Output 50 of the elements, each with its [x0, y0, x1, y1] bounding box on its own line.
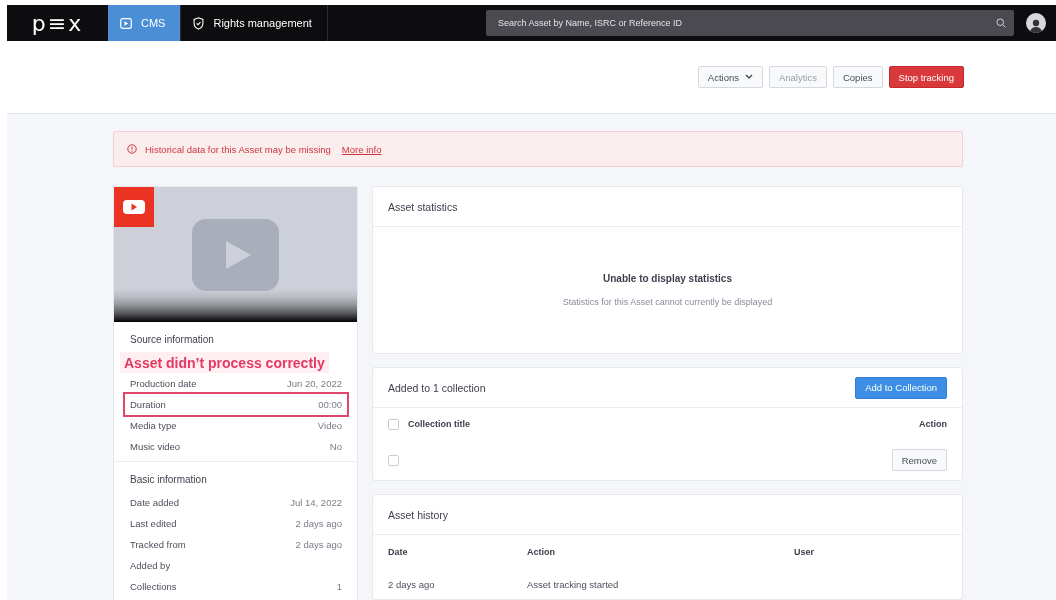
more-info-link[interactable]: More info	[341, 143, 382, 155]
field-label: Music video	[130, 441, 181, 452]
field-label: Date added	[130, 497, 180, 508]
card-title: Asset statistics	[388, 200, 458, 213]
checkbox[interactable]	[388, 454, 399, 466]
empty-message: Statistics for this Asset cannot currently be displayed	[562, 297, 773, 307]
field-value: 00:00	[318, 399, 342, 410]
section-title: Basic information	[130, 474, 208, 485]
field-label: Media type	[130, 420, 177, 431]
nav-tab[interactable]: Rights management	[181, 5, 328, 41]
remove-button[interactable]: Remove	[891, 449, 947, 471]
search-field[interactable]: Search Asset by Name, ISRC or Reference ID	[486, 10, 1014, 36]
field-value: 2 days ago	[295, 539, 342, 550]
column-header: Collection title	[408, 419, 471, 429]
action-button[interactable]: Copies	[832, 66, 883, 88]
card-title: Added to 1 collection	[388, 381, 486, 394]
dropdown-button[interactable]: Actions	[697, 66, 763, 88]
column-header: User	[794, 547, 815, 557]
field-value: Jun 20, 2022	[287, 378, 342, 389]
section-title: Source information	[130, 334, 215, 345]
alert-text: Historical data for this Asset may be missing	[145, 143, 331, 155]
search-icon[interactable]	[996, 18, 1006, 28]
logo[interactable]: p≡x	[31, 10, 84, 36]
field-label: Collections	[130, 581, 177, 592]
table-cell-text: Asset tracking started	[527, 578, 620, 590]
avatar-icon[interactable]	[1026, 13, 1046, 33]
action-button[interactable]: Stop tracking	[888, 66, 964, 88]
empty-title: Unable to display statistics	[603, 273, 732, 284]
alert-icon	[127, 144, 137, 154]
table-cell-text: 2 days ago	[388, 578, 436, 590]
column-header: Action	[527, 547, 556, 557]
column-header: Action	[919, 419, 947, 429]
field-value: No	[329, 441, 342, 452]
play-icon	[120, 17, 132, 29]
card-title: Asset history	[388, 508, 449, 521]
field-value: Video	[317, 420, 342, 431]
field-value: 2 days ago	[295, 518, 342, 529]
field-value: 1	[336, 581, 342, 592]
annotation-label: Asset didn’t process correctly	[120, 352, 329, 373]
field-label: Last edited	[130, 518, 177, 529]
field-label: Tracked from	[130, 539, 186, 550]
chevron-down-icon	[744, 74, 753, 80]
column-header: Date	[388, 547, 409, 557]
search-input[interactable]: Search Asset by Name, ISRC or Reference ID	[496, 17, 996, 29]
field-label: Duration	[130, 399, 166, 410]
field-label: Added by	[130, 560, 171, 571]
field-label: Production date	[130, 378, 197, 389]
field-value: Jul 14, 2022	[290, 497, 342, 508]
shield-icon	[193, 16, 205, 30]
checkbox[interactable]	[388, 418, 399, 430]
